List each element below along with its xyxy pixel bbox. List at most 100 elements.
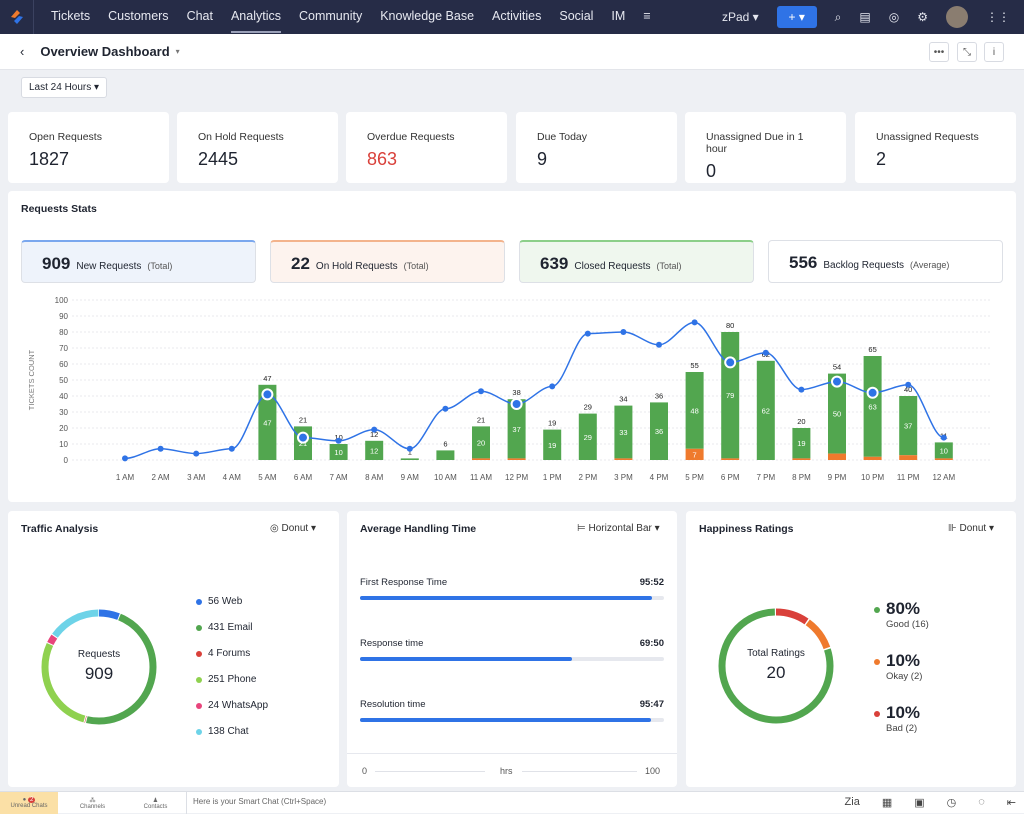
bar-total-label: 6: [443, 439, 447, 448]
nav-social[interactable]: Social: [559, 1, 593, 31]
line-point[interactable]: [831, 375, 843, 388]
chat-bubble-icon[interactable]: ◌: [978, 796, 985, 809]
legend-item[interactable]: 4 Forums: [196, 648, 250, 659]
line-point[interactable]: [157, 445, 164, 452]
line-point[interactable]: [549, 383, 556, 390]
game-icon[interactable]: ◎: [889, 10, 899, 24]
legend-label: 138 Chat: [208, 726, 249, 737]
search-icon[interactable]: ⌕: [835, 10, 842, 25]
aht-chart-type-dropdown[interactable]: ⊨ Horizontal Bar ▾: [577, 523, 660, 534]
keyboard-icon[interactable]: ▦: [882, 796, 892, 809]
line-point[interactable]: [691, 319, 698, 326]
legend-item[interactable]: 138 Chat: [196, 726, 249, 737]
more-options-button[interactable]: •••: [929, 42, 949, 62]
legend-item[interactable]: 56 Web: [196, 596, 242, 607]
line-point[interactable]: [940, 434, 947, 441]
kpi-card[interactable]: Overdue Requests 863: [346, 112, 507, 183]
zpad-menu[interactable]: zPad ▾: [722, 10, 759, 24]
channels-button[interactable]: ⁂ Channels: [70, 792, 115, 814]
line-point[interactable]: [656, 341, 662, 348]
apps-grid-icon[interactable]: ⋮⋮: [986, 10, 1010, 24]
nav-tickets[interactable]: Tickets: [51, 1, 90, 31]
nav-community[interactable]: Community: [299, 1, 362, 31]
smart-chat-input[interactable]: Here is your Smart Chat (Ctrl+Space): [186, 792, 332, 814]
line-point[interactable]: [406, 445, 413, 452]
line-point[interactable]: [261, 388, 274, 401]
kpi-card[interactable]: Unassigned Due in 1 hour 0: [685, 112, 846, 183]
contacts-button[interactable]: ♟ Contacts: [133, 792, 178, 814]
nav-chat[interactable]: Chat: [187, 1, 213, 31]
bar-total-label: 36: [655, 391, 663, 400]
kpi-card[interactable]: Due Today 9: [516, 112, 677, 183]
unread-chats-button[interactable]: ● 2 Unread Chats: [0, 792, 58, 814]
line-point[interactable]: [762, 349, 769, 356]
line-point[interactable]: [335, 437, 342, 444]
bar-onhold[interactable]: [828, 453, 846, 460]
nav-analytics[interactable]: Analytics: [230, 1, 281, 33]
time-filter-dropdown[interactable]: Last 24 Hours ▾: [21, 77, 108, 98]
line-point[interactable]: [442, 405, 449, 412]
line-point[interactable]: [122, 455, 128, 462]
legend-item[interactable]: 10% Bad (2): [874, 703, 920, 734]
notes-icon[interactable]: ▤: [859, 10, 870, 24]
bar-onhold[interactable]: [614, 458, 633, 460]
bar-onhold[interactable]: [863, 456, 882, 460]
bar-onhold[interactable]: [721, 458, 740, 460]
stat-closed-requests[interactable]: 639 Closed Requests (Total): [519, 240, 754, 283]
stat-backlog-requests[interactable]: 556 Backlog Requests (Average): [768, 240, 1003, 283]
legend-item[interactable]: 80% Good (16): [874, 599, 929, 630]
line-point[interactable]: [228, 445, 235, 452]
kpi-card[interactable]: Open Requests 1827: [8, 112, 169, 183]
line-point[interactable]: [798, 386, 805, 393]
line-point[interactable]: [297, 431, 309, 444]
aht-row[interactable]: Response time 69:50: [360, 638, 664, 661]
stat-on-hold-requests[interactable]: 22 On Hold Requests (Total): [270, 240, 505, 283]
bar-onhold[interactable]: [899, 455, 918, 460]
nav-activities[interactable]: Activities: [492, 1, 541, 31]
nav-knowledge-base[interactable]: Knowledge Base: [380, 1, 474, 31]
info-button[interactable]: i: [984, 42, 1004, 62]
exit-icon[interactable]: ⇤: [1007, 796, 1016, 809]
more-menu-icon[interactable]: ≡: [643, 1, 650, 31]
nav-im[interactable]: IM: [611, 1, 625, 31]
avatar[interactable]: [946, 6, 968, 28]
aht-row[interactable]: First Response Time 95:52: [360, 577, 664, 600]
x-tick-label: 6 PM: [721, 473, 740, 482]
line-point[interactable]: [510, 398, 523, 410]
notes-icon[interactable]: ▣: [914, 796, 924, 809]
aht-row[interactable]: Resolution time 95:47: [360, 699, 664, 722]
kpi-card[interactable]: On Hold Requests 2445: [177, 112, 338, 183]
bar-onhold[interactable]: [934, 458, 953, 460]
traffic-chart-type-dropdown[interactable]: ◎ Donut ▾: [270, 523, 316, 534]
stat-new-requests[interactable]: 909 New Requests (Total): [21, 240, 256, 283]
collapse-button[interactable]: ⤡: [957, 42, 977, 62]
bar-onhold[interactable]: [472, 458, 490, 460]
line-point[interactable]: [371, 426, 378, 433]
bar-onhold[interactable]: [792, 458, 811, 460]
legend-item[interactable]: 251 Phone: [196, 674, 256, 685]
line-point[interactable]: [478, 388, 484, 395]
gear-icon[interactable]: ⚙: [917, 10, 928, 24]
kpi-card[interactable]: Unassigned Requests 2: [855, 112, 1016, 183]
happiness-chart-type-dropdown[interactable]: ⊪ Donut ▾: [948, 523, 994, 534]
line-point[interactable]: [866, 386, 879, 399]
bar-onhold[interactable]: [507, 458, 526, 460]
page-title[interactable]: Overview Dashboard: [40, 44, 169, 59]
bar-closed[interactable]: [400, 458, 419, 460]
line-point[interactable]: [905, 381, 912, 388]
line-point[interactable]: [584, 330, 591, 337]
line-point[interactable]: [620, 329, 627, 335]
new-button[interactable]: + ▾: [776, 6, 817, 28]
bar-closed[interactable]: [436, 450, 455, 460]
nav-customers[interactable]: Customers: [108, 1, 168, 31]
line-point[interactable]: [193, 450, 200, 457]
line-point[interactable]: [724, 356, 737, 369]
legend-item[interactable]: 431 Email: [196, 622, 252, 633]
chevron-down-icon[interactable]: ▾: [176, 47, 180, 56]
app-logo[interactable]: [0, 0, 34, 34]
legend-item[interactable]: 24 WhatsApp: [196, 700, 268, 711]
back-icon[interactable]: ‹: [20, 44, 24, 59]
clock-icon[interactable]: ◷: [947, 796, 957, 809]
zia-icon[interactable]: Zia: [845, 796, 860, 809]
legend-item[interactable]: 10% Okay (2): [874, 651, 922, 682]
